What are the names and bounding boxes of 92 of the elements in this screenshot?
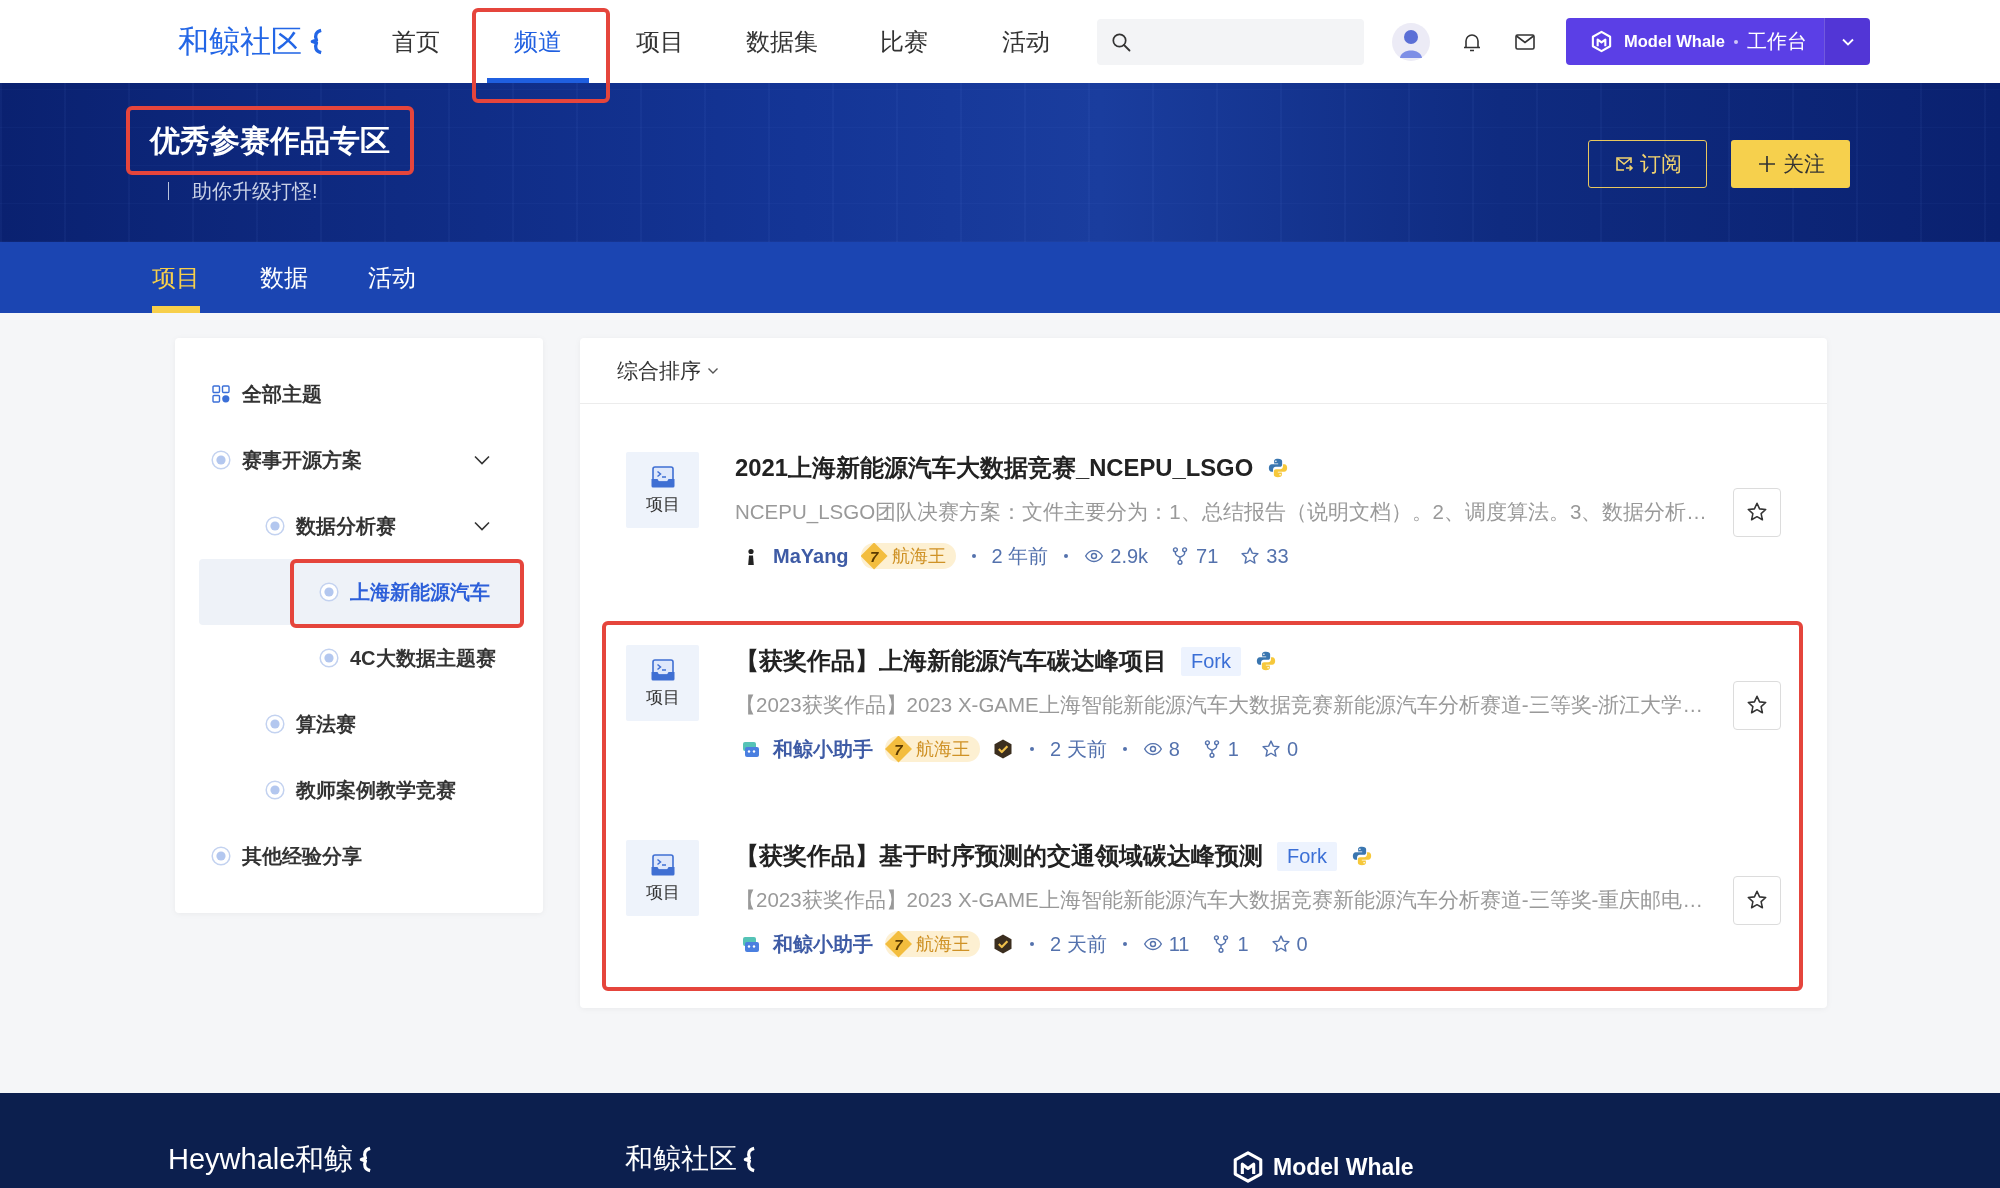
footer-brand-name[interactable]: 和鲸社区 [625, 1141, 737, 1177]
star-icon [1260, 739, 1281, 759]
logo-mark-icon [743, 1145, 756, 1173]
channel-tab[interactable]: 项目 [152, 242, 200, 313]
radio-dot-icon [319, 648, 339, 668]
logo-mark-icon [359, 1145, 373, 1173]
m-logo-icon [1590, 30, 1613, 53]
sidebar-item[interactable]: 上海新能源汽车 [199, 559, 523, 625]
radio-dot-icon [319, 582, 339, 602]
sidebar-item[interactable]: 全部主题 [199, 361, 523, 427]
star-icon [1746, 694, 1768, 716]
author-name[interactable]: 和鲸小助手 [773, 930, 873, 958]
site-logo-text[interactable]: 和鲸社区 [178, 21, 302, 62]
star-icon [1270, 934, 1291, 954]
project-description: 【2023获奖作品】2023 X-GAME上海智能新能源汽车大数据竞赛新能源汽车分析赛道-三等奖-重庆邮电… [735, 887, 1703, 913]
search-icon [1111, 31, 1131, 52]
terminal-icon [649, 658, 676, 682]
python-icon [1255, 650, 1277, 672]
mail-icon [1613, 154, 1634, 174]
sidebar-item[interactable]: 其他经验分享 [199, 823, 523, 889]
grid-icon [211, 384, 231, 404]
sidebar-item[interactable]: 教师案例教学竞赛 [199, 757, 523, 823]
project-tag: Fork [1277, 841, 1337, 871]
channel-tab[interactable]: 数据 [260, 242, 308, 313]
sort-dropdown[interactable]: 综合排序 [617, 356, 720, 385]
post-time: 2 天前 [1050, 931, 1107, 957]
nav-tab[interactable]: 项目 [609, 0, 711, 83]
nav-tab[interactable]: 比赛 [853, 0, 955, 83]
rank-title: 航海王 [916, 738, 970, 761]
category-label: 项目 [645, 495, 680, 515]
rank-number: 7 [885, 930, 912, 958]
fork-count: 1 [1237, 932, 1249, 956]
sidebar-item[interactable]: 算法赛 [199, 691, 523, 757]
post-time: 2 天前 [1050, 736, 1107, 762]
nav-tab[interactable]: 首页 [365, 0, 467, 83]
sidebar-item[interactable]: 4C大数据主题赛 [199, 625, 523, 691]
channel-subtitle: 助你升级打怪! [192, 179, 318, 204]
sidebar-item[interactable]: 赛事开源方案 [199, 427, 523, 493]
footer-brand-name[interactable]: Model Whale [1273, 1149, 1414, 1185]
project-title[interactable]: 【获奖作品】基于时序预测的交通领域碳达峰预测 [735, 840, 1263, 872]
terminal-icon [649, 465, 676, 489]
radio-dot-icon [265, 516, 285, 536]
category-label: 项目 [645, 688, 680, 708]
avatar-icon[interactable] [1392, 22, 1430, 61]
view-count: 2.9k [1110, 544, 1149, 568]
m-logo-icon [1231, 1150, 1265, 1184]
nav-tab[interactable]: 活动 [975, 0, 1077, 83]
project-title[interactable]: 2021上海新能源汽车大数据竞赛_NCEPU_LSGO [735, 452, 1254, 484]
project-tag: Fork [1181, 646, 1241, 676]
fork-count: 1 [1227, 737, 1239, 761]
favorite-button[interactable] [1733, 487, 1781, 537]
nav-tab[interactable]: 数据集 [731, 0, 833, 83]
workbench-button[interactable]: Model Whale 工作台 [1566, 18, 1824, 65]
search-field[interactable] [1097, 18, 1364, 65]
follow-button[interactable]: 关注 [1731, 140, 1850, 188]
star-icon [1240, 546, 1261, 566]
logo-mark-icon [310, 28, 323, 55]
favorite-button[interactable] [1733, 680, 1781, 730]
project-description: 【2023获奖作品】2023 X-GAME上海智能新能源汽车大数据竞赛新能源汽车分析赛道-三等奖-浙江大学… [735, 692, 1703, 718]
rank-number: 7 [885, 735, 912, 763]
project-description: NCEPU_LSGO团队决赛方案：文件主要分为：1、总结报告（说明文档）。2、调度算法。3、数据分析… [735, 499, 1707, 526]
favorite-count: 0 [1296, 932, 1308, 956]
project-title[interactable]: 【获奖作品】上海新能源汽车碳达峰项目 [735, 645, 1167, 677]
subscribe-button[interactable]: 订阅 [1588, 140, 1707, 188]
favorite-count: 0 [1286, 737, 1299, 761]
view-count: 11 [1168, 932, 1190, 956]
post-time: 2 年前 [991, 543, 1049, 569]
author-name[interactable]: 和鲸小助手 [773, 735, 873, 763]
radio-dot-icon [211, 450, 231, 470]
python-icon [1267, 457, 1290, 479]
channel-tab[interactable]: 活动 [368, 242, 416, 313]
author-name[interactable]: MaYang [773, 544, 849, 568]
star-icon [1746, 889, 1768, 911]
category-label: 项目 [645, 883, 680, 903]
star-icon [1746, 501, 1768, 523]
radio-dot-icon [211, 846, 231, 866]
rank-title: 航海王 [891, 545, 946, 568]
plus-icon [1756, 154, 1777, 174]
view-count: 8 [1168, 737, 1180, 761]
favorite-button[interactable] [1733, 875, 1781, 925]
footer-brand-name[interactable]: Heywhale和鲸 [168, 1141, 354, 1177]
nav-tab[interactable]: 频道 [487, 0, 589, 83]
favorite-count: 33 [1266, 544, 1289, 568]
radio-dot-icon [265, 780, 285, 800]
rank-title: 航海王 [916, 933, 970, 956]
radio-dot-icon [265, 714, 285, 734]
python-icon [1351, 845, 1373, 867]
terminal-icon [649, 853, 676, 877]
channel-title: 优秀参赛作品专区 [150, 123, 390, 159]
fork-count: 71 [1196, 544, 1219, 568]
rank-number: 7 [860, 542, 888, 570]
sidebar-item[interactable]: 数据分析赛 [199, 493, 523, 559]
